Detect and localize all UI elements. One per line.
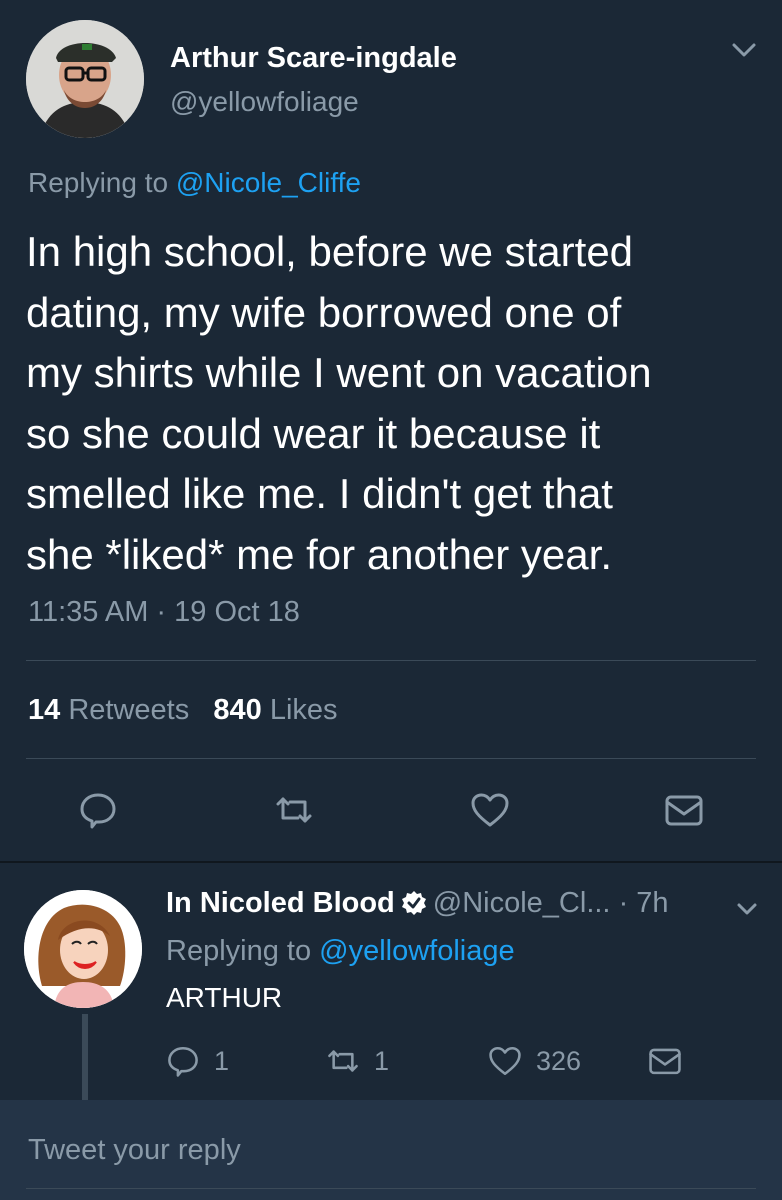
tweet-stats: 14 Retweets 840 Likes — [28, 694, 338, 727]
reply-age[interactable]: · 7h — [619, 887, 669, 919]
reply-author-handle[interactable]: @Nicole_Cl... — [433, 887, 611, 919]
reply-retweet-button[interactable]: 1 — [326, 1044, 389, 1078]
reply-dm-button[interactable] — [648, 1044, 696, 1078]
replying-to-mention[interactable]: @yellowfoliage — [319, 935, 514, 967]
reply-like-button[interactable]: 326 — [488, 1044, 581, 1078]
verified-icon — [401, 891, 426, 915]
reply-reply-count: 1 — [214, 1045, 230, 1076]
reply-compose-input[interactable]: Tweet your reply — [28, 1134, 241, 1167]
reply-author-avatar[interactable] — [24, 890, 142, 1008]
like-icon — [489, 1046, 521, 1076]
reply-like-count: 326 — [536, 1045, 582, 1076]
replying-to-prefix: Replying to — [28, 167, 169, 198]
dm-icon[interactable] — [664, 790, 704, 830]
reply-text: ARTHUR — [166, 982, 283, 1013]
likes-stat[interactable]: 840 Likes — [213, 694, 337, 726]
reply-icon[interactable] — [78, 790, 118, 830]
chevron-down-icon[interactable] — [730, 40, 758, 60]
reply-header: In Nicoled Blood @Nicole_Cl... · 7h — [166, 887, 669, 920]
likes-count: 840 — [213, 694, 262, 726]
author-handle[interactable]: @yellowfoliage — [170, 86, 359, 118]
author-name[interactable]: Arthur Scare-ingdale — [170, 42, 457, 75]
avatar-image — [26, 20, 144, 138]
like-icon[interactable] — [470, 790, 510, 830]
retweet-icon[interactable] — [274, 790, 314, 830]
retweets-count: 14 — [28, 694, 61, 726]
divider — [26, 758, 756, 759]
author-avatar[interactable] — [26, 20, 144, 138]
avatar-image — [24, 890, 142, 1008]
retweets-label: Retweets — [68, 694, 190, 726]
reply-replying-to-line: Replying to @yellowfoliage — [166, 935, 515, 968]
reply-author-name[interactable]: In Nicoled Blood — [166, 887, 395, 919]
tweet-timestamp[interactable]: 11:35 AM · 19 Oct 18 — [28, 596, 300, 629]
separator — [0, 861, 782, 863]
likes-label: Likes — [269, 694, 338, 726]
tweet-text: In high school, before we started dating… — [26, 228, 652, 578]
reply-icon — [168, 1046, 198, 1077]
divider — [26, 660, 756, 661]
dm-icon — [649, 1048, 681, 1075]
thread-line — [82, 1014, 88, 1100]
compose-underline — [26, 1188, 756, 1189]
replying-to-prefix: Replying to — [166, 935, 312, 967]
replying-to-line: Replying to @Nicole_Cliffe — [28, 167, 361, 199]
retweets-stat[interactable]: 14 Retweets — [28, 694, 189, 726]
reply-reply-button[interactable]: 1 — [166, 1044, 229, 1078]
replying-to-mention[interactable]: @Nicole_Cliffe — [176, 167, 361, 198]
chevron-down-icon[interactable] — [735, 900, 759, 918]
reply-retweet-count: 1 — [374, 1045, 390, 1076]
retweet-icon — [328, 1050, 358, 1072]
